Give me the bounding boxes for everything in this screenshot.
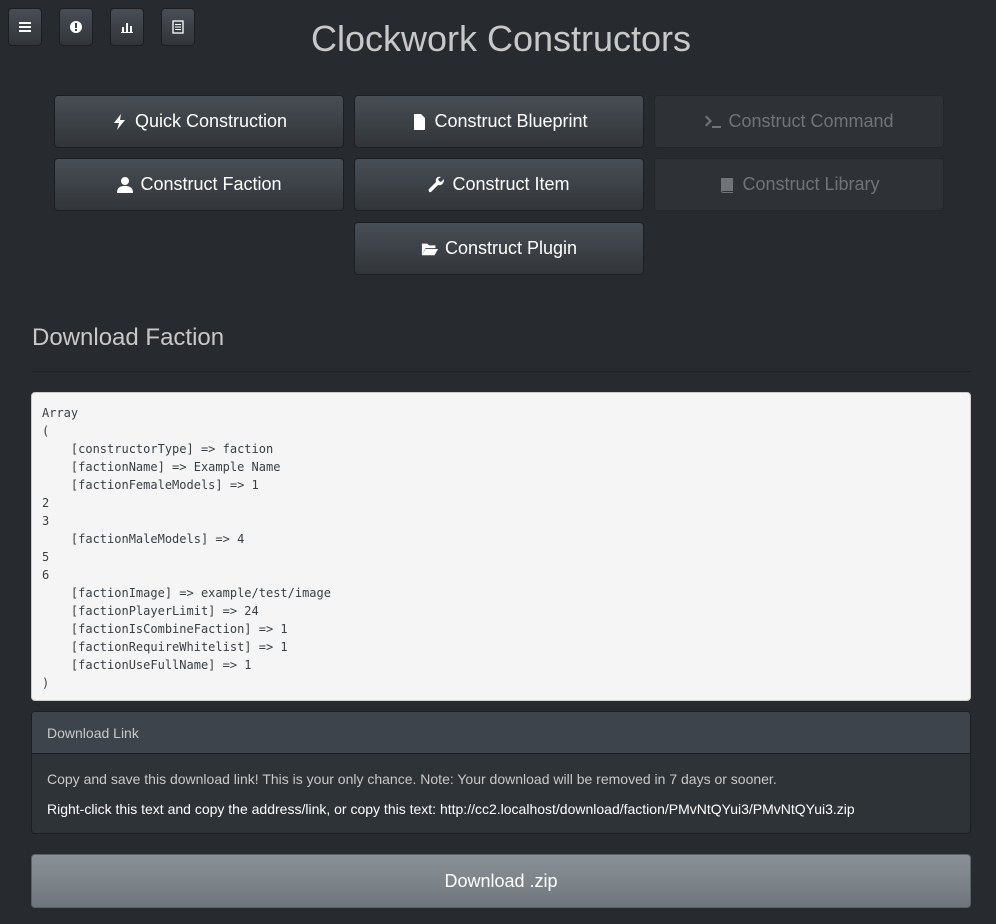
construct-command-button[interactable]: Construct Command xyxy=(654,95,944,148)
construct-library-label: Construct Library xyxy=(742,174,880,194)
book-icon xyxy=(721,177,734,193)
construct-faction-label: Construct Faction xyxy=(140,174,282,194)
construct-item-label: Construct Item xyxy=(452,174,570,194)
construct-blueprint-label: Construct Blueprint xyxy=(434,111,588,131)
download-link-panel: Download Link Copy and save this downloa… xyxy=(31,711,971,834)
folder-open-icon xyxy=(421,243,439,255)
construct-command-label: Construct Command xyxy=(728,111,894,131)
construct-plugin-label: Construct Plugin xyxy=(444,238,578,258)
construct-faction-button[interactable]: Construct Faction xyxy=(54,158,344,211)
download-zip-button[interactable]: Download .zip xyxy=(31,854,971,908)
construction-output: Array ( [constructorType] => faction [fa… xyxy=(31,392,971,701)
construct-item-button[interactable]: Construct Item xyxy=(354,158,644,211)
quick-construction-label: Quick Construction xyxy=(134,111,288,131)
panel-body: Copy and save this download link! This i… xyxy=(32,754,970,817)
terminal-icon xyxy=(705,115,722,128)
construct-blueprint-button[interactable]: Construct Blueprint xyxy=(354,95,644,148)
construct-plugin-button[interactable]: Construct Plugin xyxy=(354,222,644,275)
user-icon xyxy=(117,176,134,193)
section-divider xyxy=(32,371,971,372)
wrench-icon xyxy=(429,176,445,192)
construct-library-button[interactable]: Construct Library xyxy=(654,158,944,211)
bolt-icon xyxy=(113,113,125,130)
file-icon xyxy=(414,113,426,130)
download-notice: Copy and save this download link! This i… xyxy=(47,771,777,787)
download-link-text[interactable]: Right-click this text and copy the addre… xyxy=(47,801,955,817)
section-title: Download Faction xyxy=(32,324,225,351)
panel-heading: Download Link xyxy=(32,712,970,754)
quick-construction-button[interactable]: Quick Construction xyxy=(54,95,344,148)
app-title: Clockwork Constructors xyxy=(310,18,692,59)
